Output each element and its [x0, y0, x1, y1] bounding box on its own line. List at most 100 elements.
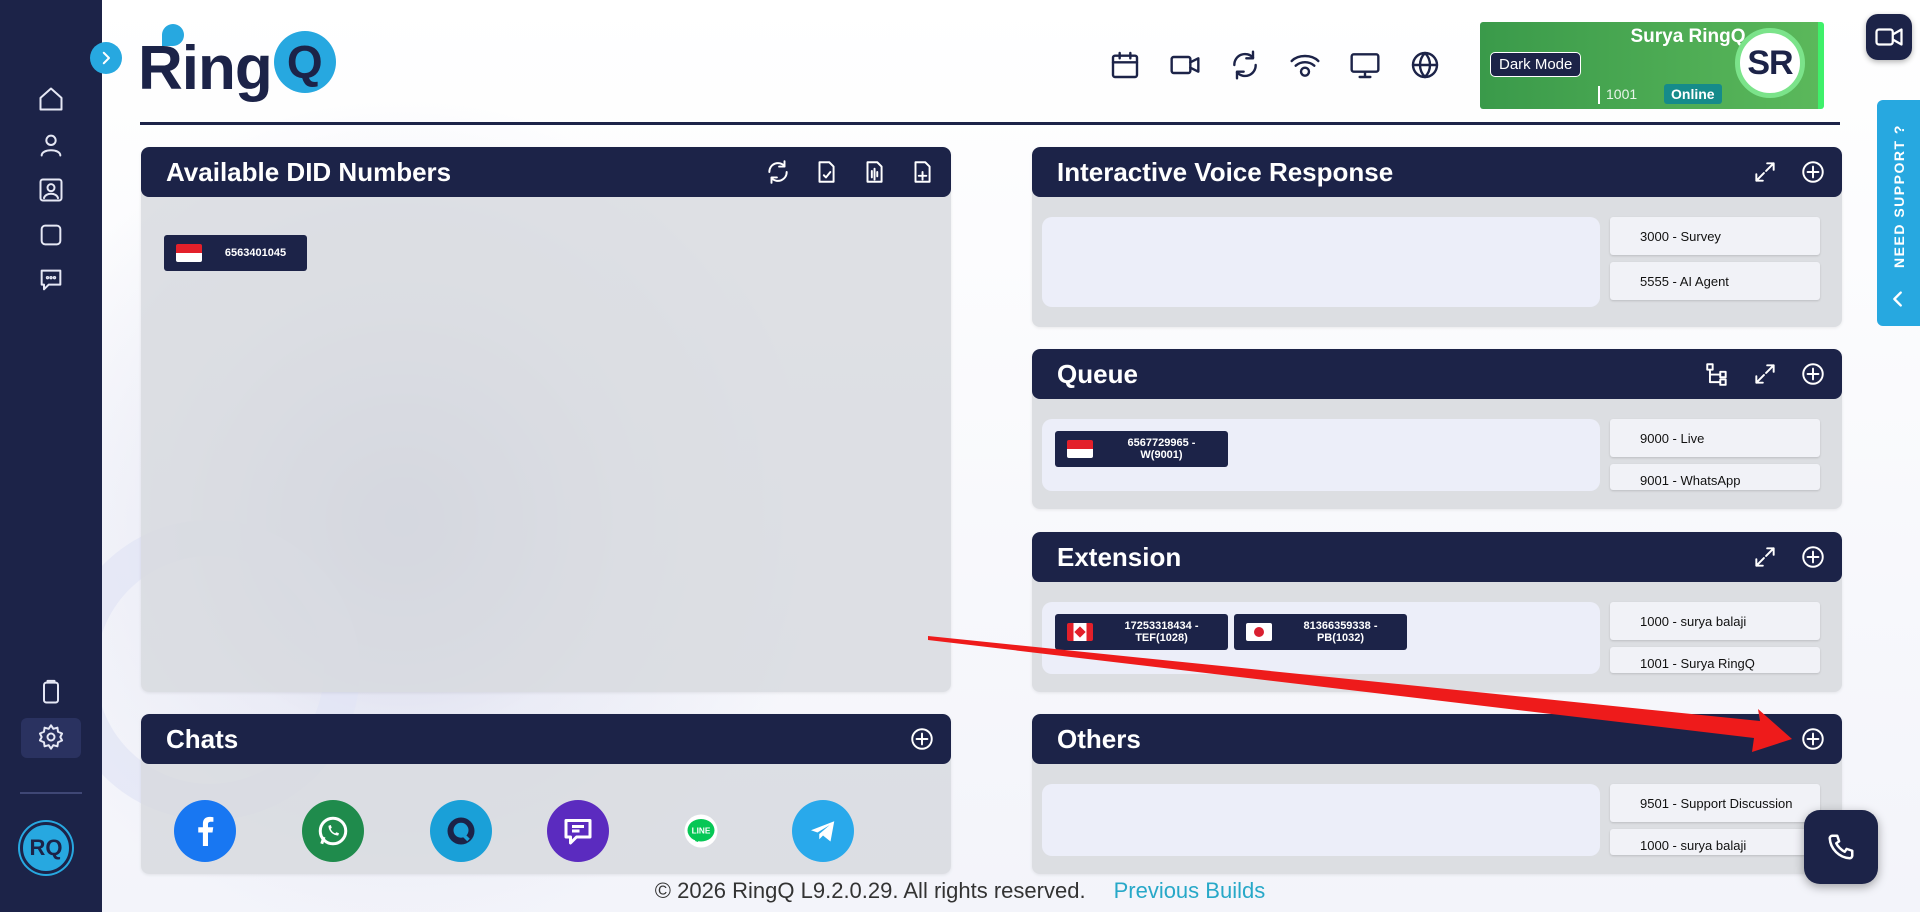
- user-profile-card[interactable]: Surya RingQ Dark Mode 1001 Online SR: [1480, 22, 1824, 109]
- panel-title: Extension: [1057, 541, 1182, 572]
- list-item[interactable]: 9000 - Live: [1610, 419, 1820, 457]
- chip-line-1: 6567729965 -: [1127, 437, 1196, 449]
- user-icon[interactable]: [36, 130, 66, 160]
- sms-icon[interactable]: [547, 800, 609, 862]
- wifi-icon[interactable]: [1288, 48, 1322, 82]
- video-camera-icon: [1875, 28, 1903, 46]
- panel-header: Interactive Voice Response: [1032, 147, 1842, 197]
- footer: © 2026 RingQ L9.2.0.29. All rights reser…: [0, 878, 1920, 904]
- chip-line-2: TEF(1028): [1135, 632, 1188, 644]
- did-number-chip[interactable]: 6563401045: [164, 235, 307, 271]
- list-item[interactable]: 1000 - surya balaji: [1610, 602, 1820, 640]
- square-icon[interactable]: [36, 220, 66, 250]
- panel-header: Others: [1032, 714, 1842, 764]
- panel-header: Extension: [1032, 532, 1842, 582]
- sim-check-icon[interactable]: [811, 157, 841, 187]
- brand-q: Q: [273, 31, 336, 93]
- chip-line-2: W(9001): [1140, 449, 1183, 461]
- extension-number-chip[interactable]: 17253318434 - TEF(1028): [1055, 614, 1228, 650]
- add-circle-icon[interactable]: [1798, 724, 1828, 754]
- user-extension: 1001: [1606, 86, 1638, 102]
- list-item[interactable]: 9001 - WhatsApp: [1610, 464, 1820, 490]
- whatsapp-icon[interactable]: [302, 800, 364, 862]
- line-label: LINE: [692, 826, 711, 835]
- canada-flag-icon: [1067, 623, 1093, 641]
- singapore-flag-icon: [176, 244, 202, 262]
- expand-sidebar-button[interactable]: [90, 42, 122, 74]
- panel-header: Available DID Numbers: [141, 147, 951, 197]
- status-badge[interactable]: Online: [1664, 84, 1722, 104]
- queue-number-chip[interactable]: 6567729965 - W(9001): [1055, 431, 1228, 467]
- phone-icon: [1828, 834, 1854, 860]
- others-panel: Others 9501 - Support Discussion 1000 - …: [1032, 714, 1842, 874]
- chat-bubble-icon[interactable]: [36, 265, 66, 295]
- sim-voice-icon[interactable]: [859, 157, 889, 187]
- ivr-drop-area[interactable]: [1042, 217, 1600, 307]
- extension-panel: Extension 17253318434 - TEF(1028) 8136635…: [1032, 532, 1842, 692]
- chevron-right-icon: [102, 51, 110, 65]
- panel-title: Queue: [1057, 358, 1138, 389]
- copyright-text: © 2026 RingQ L9.2.0.29. All rights reser…: [654, 878, 1086, 903]
- calendar-icon[interactable]: [1108, 48, 1142, 82]
- ringq-chat-icon[interactable]: [430, 800, 492, 862]
- list-item[interactable]: 9501 - Support Discussion: [1610, 784, 1820, 822]
- need-support-tab[interactable]: NEED SUPPORT ?: [1877, 100, 1920, 326]
- flow-tree-icon[interactable]: [1702, 359, 1732, 389]
- list-item[interactable]: 3000 - Survey: [1610, 217, 1820, 255]
- add-circle-icon[interactable]: [907, 724, 937, 754]
- home-icon[interactable]: [36, 84, 66, 114]
- panel-header: Chats: [141, 714, 951, 764]
- japan-flag-icon: [1246, 623, 1272, 641]
- monitor-icon[interactable]: [1348, 48, 1382, 82]
- singapore-flag-icon: [1067, 440, 1093, 458]
- ringq-logo-icon[interactable]: RQ: [20, 822, 72, 874]
- brand-logo: Ring Q: [138, 28, 336, 108]
- sidebar: RQ: [0, 0, 102, 912]
- avatar[interactable]: SR: [1735, 28, 1805, 98]
- globe-icon[interactable]: [1408, 48, 1442, 82]
- refresh-icon[interactable]: [1228, 48, 1262, 82]
- dialer-button[interactable]: [1804, 810, 1878, 884]
- clipboard-icon[interactable]: [36, 677, 66, 707]
- facebook-icon[interactable]: [174, 800, 236, 862]
- others-drop-area[interactable]: [1042, 784, 1600, 856]
- panel-title: Chats: [166, 723, 239, 754]
- header-divider: [140, 122, 1840, 125]
- telegram-icon[interactable]: [792, 800, 854, 862]
- add-circle-icon[interactable]: [1798, 542, 1828, 572]
- user-separator: [1598, 86, 1600, 104]
- refresh-icon[interactable]: [763, 157, 793, 187]
- expand-icon[interactable]: [1750, 157, 1780, 187]
- contact-card-icon[interactable]: [36, 175, 66, 205]
- chevron-left-icon: [1893, 291, 1902, 307]
- panel-title: Available DID Numbers: [166, 156, 452, 187]
- previous-builds-link[interactable]: Previous Builds: [1114, 878, 1266, 903]
- video-call-button[interactable]: [1866, 14, 1912, 60]
- extension-number-chip[interactable]: 81366359338 - PB(1032): [1234, 614, 1407, 650]
- panel-title: Others: [1057, 723, 1141, 754]
- list-item[interactable]: 1000 - surya balaji: [1610, 829, 1820, 855]
- dark-mode-button[interactable]: Dark Mode: [1490, 52, 1582, 77]
- expand-icon[interactable]: [1750, 359, 1780, 389]
- did-number: 6563401045: [224, 247, 287, 259]
- sim-add-icon[interactable]: [907, 157, 937, 187]
- video-camera-icon[interactable]: [1168, 48, 1202, 82]
- expand-icon[interactable]: [1750, 542, 1780, 572]
- chip-line-2: PB(1032): [1316, 632, 1365, 644]
- sidebar-divider: [20, 792, 82, 794]
- list-item[interactable]: 5555 - AI Agent: [1610, 262, 1820, 300]
- ivr-panel: Interactive Voice Response 3000 - Survey…: [1032, 147, 1842, 327]
- brand-name: Ring: [138, 33, 273, 103]
- did-numbers-panel: Available DID Numbers 6563401045: [141, 147, 951, 692]
- add-circle-icon[interactable]: [1798, 157, 1828, 187]
- add-circle-icon[interactable]: [1798, 359, 1828, 389]
- panel-title: Interactive Voice Response: [1057, 156, 1394, 187]
- panel-header: Queue: [1032, 349, 1842, 399]
- line-icon[interactable]: LINE: [670, 800, 732, 862]
- list-item[interactable]: 1001 - Surya RingQ: [1610, 647, 1820, 673]
- gear-icon[interactable]: [36, 722, 66, 752]
- support-label: NEED SUPPORT ?: [1890, 124, 1907, 268]
- chip-line-1: 81366359338 -: [1303, 620, 1378, 632]
- queue-panel: Queue 6567729965 - W(9001) 9000 - Live 90…: [1032, 349, 1842, 509]
- chip-line-1: 17253318434 -: [1124, 620, 1199, 632]
